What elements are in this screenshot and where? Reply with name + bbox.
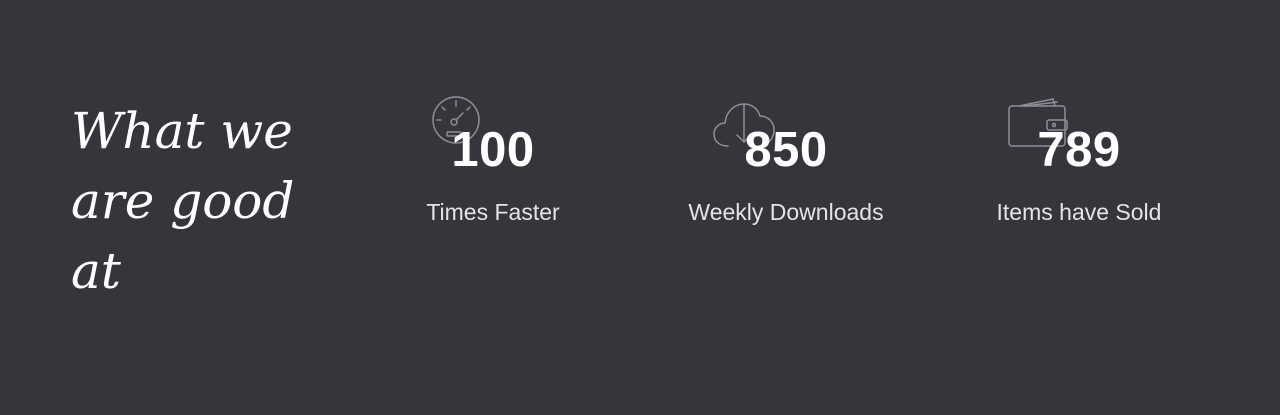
stat-number: 100 xyxy=(451,123,535,177)
stat-times-faster: 100 Times Faster xyxy=(343,96,643,236)
stat-label: Items have Sold xyxy=(996,199,1162,225)
stat-weekly-downloads: 850 Weekly Downloads xyxy=(636,96,936,236)
stat-items-sold: 789 Items have Sold xyxy=(929,96,1229,236)
stat-number: 850 xyxy=(744,123,828,177)
section-heading: What we are good at xyxy=(71,102,295,300)
stat-label: Weekly Downloads xyxy=(688,199,884,225)
stat-number: 789 xyxy=(1037,123,1121,177)
stats-section: What we are good at 100 Times Faster 850… xyxy=(0,0,1280,415)
stat-label: Times Faster xyxy=(426,199,560,225)
